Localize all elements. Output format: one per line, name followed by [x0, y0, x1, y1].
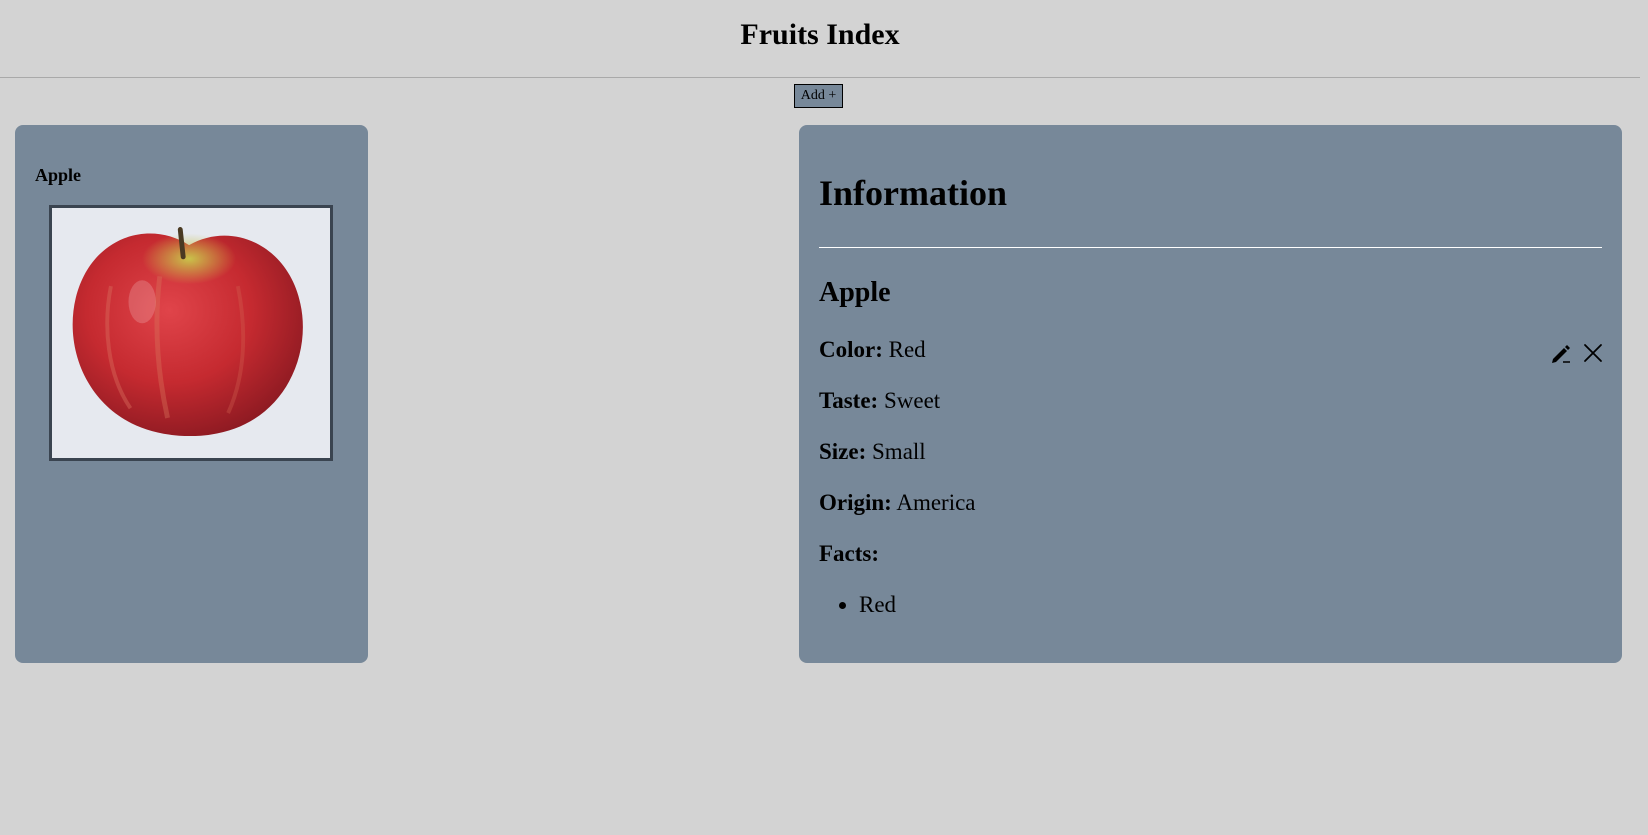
add-button[interactable]: Add + [794, 84, 843, 108]
taste-label: Taste: [819, 388, 879, 413]
pencil-icon[interactable] [1550, 342, 1572, 364]
fruit-card[interactable]: Apple [15, 125, 368, 663]
color-label: Color: [819, 337, 883, 362]
info-color-row: Color: Red [819, 338, 926, 361]
size-value: Small [872, 439, 926, 464]
taste-value: Sweet [883, 388, 941, 413]
page-title: Fruits Index [740, 18, 900, 51]
info-size-row: Size: Small [819, 440, 926, 463]
info-origin-row: Origin: America [819, 491, 976, 514]
info-facts-row: Facts: [819, 542, 879, 565]
close-icon[interactable] [1582, 342, 1604, 364]
facts-list: Red [819, 593, 896, 616]
info-title: Information [819, 173, 1007, 213]
fruit-card-image[interactable] [49, 205, 333, 461]
apple-image [52, 208, 330, 458]
fruit-card-name: Apple [35, 165, 82, 185]
origin-label: Origin: [819, 490, 892, 515]
fact-item: Red [859, 593, 896, 616]
info-divider [819, 247, 1602, 248]
facts-label: Facts: [819, 541, 880, 566]
page-header: Fruits Index [0, 0, 1640, 78]
size-label: Size: [819, 439, 867, 464]
info-panel: Information Apple Color: Red Taste: Swee… [799, 125, 1622, 663]
info-fruit-name: Apple [819, 277, 891, 308]
origin-value: America [896, 490, 976, 515]
color-value: Red [888, 337, 926, 362]
info-taste-row: Taste: Sweet [819, 389, 940, 412]
